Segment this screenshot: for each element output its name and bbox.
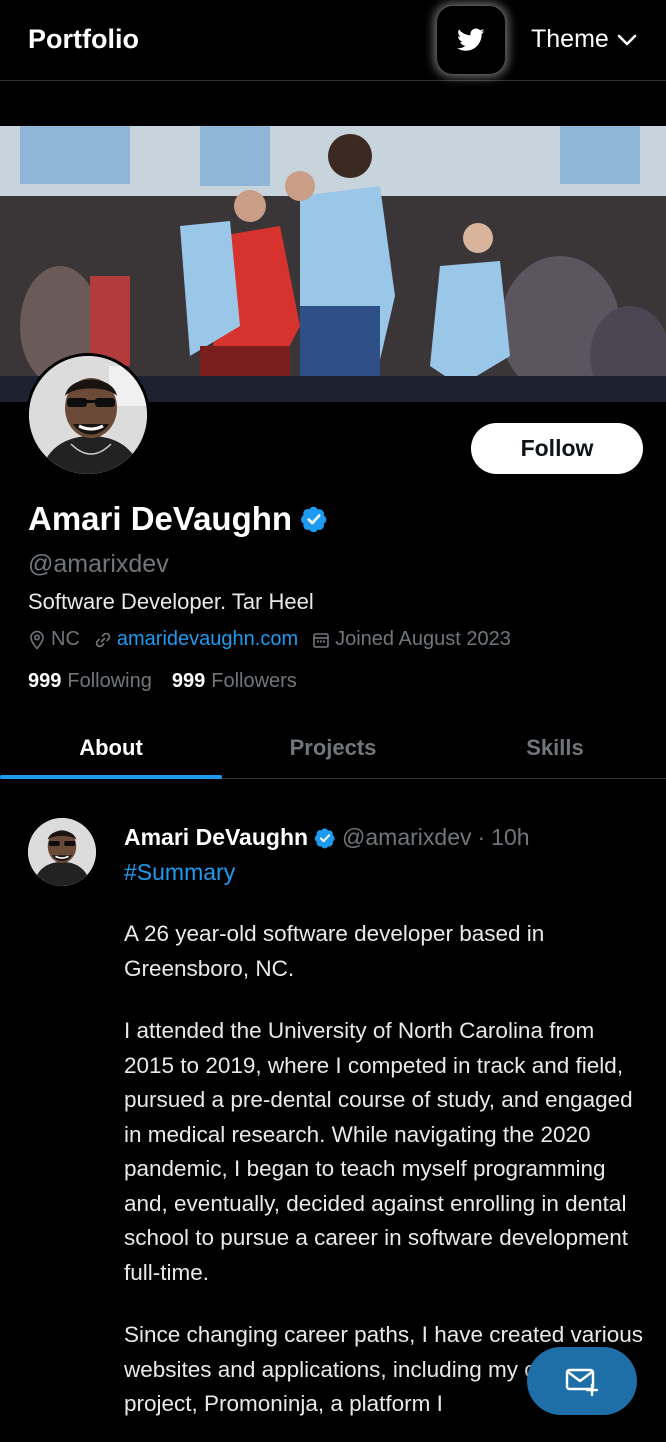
profile-tabs: About Projects Skills xyxy=(0,717,666,779)
link-icon xyxy=(95,632,111,647)
theme-dropdown[interactable]: Theme xyxy=(531,25,637,54)
following-link[interactable]: 999 Following xyxy=(28,670,152,693)
follow-button[interactable]: Follow xyxy=(471,423,643,474)
twitter-bird-icon xyxy=(457,28,485,51)
profile-bio: Software Developer. Tar Heel xyxy=(28,589,314,614)
location-item: NC xyxy=(28,628,80,651)
followers-label: Followers xyxy=(211,670,297,692)
post-paragraph: I attended the University of North Carol… xyxy=(124,1018,633,1285)
post-author-name[interactable]: Amari DeVaughn xyxy=(124,824,308,851)
profile-meta: NC amaridevaughn.com Joined August 2023 xyxy=(28,628,525,651)
joined-text: Joined August 2023 xyxy=(335,628,511,650)
verified-badge-icon xyxy=(301,506,327,533)
profile-avatar[interactable] xyxy=(26,353,150,477)
joined-item: Joined August 2023 xyxy=(312,628,511,651)
profile-name-row: Amari DeVaughn xyxy=(28,500,328,538)
chevron-down-icon xyxy=(617,34,637,45)
brand-title[interactable]: Portfolio xyxy=(28,24,139,55)
verified-badge-icon xyxy=(314,827,335,848)
following-count: 999 xyxy=(28,670,62,692)
post-avatar[interactable] xyxy=(28,818,96,886)
website-item[interactable]: amaridevaughn.com xyxy=(94,628,298,651)
theme-label: Theme xyxy=(531,25,609,53)
post-hashtag[interactable]: #Summary xyxy=(124,859,235,886)
post-time: 10h xyxy=(491,824,530,850)
calendar-icon xyxy=(313,632,329,648)
post-paragraph: A 26 year-old software developer based i… xyxy=(124,921,545,981)
twitter-button[interactable] xyxy=(437,6,505,74)
tab-about[interactable]: About xyxy=(0,717,222,779)
post-header: Amari DeVaughn @amarixdev · 10h xyxy=(124,824,530,851)
profile-name: Amari DeVaughn xyxy=(28,500,293,537)
tab-projects[interactable]: Projects xyxy=(222,717,444,778)
follow-counts: 999 Following 999 Followers xyxy=(28,670,297,693)
new-message-button[interactable] xyxy=(527,1347,637,1415)
top-bar: Portfolio Theme xyxy=(0,0,666,81)
profile-handle: @amarixdev xyxy=(28,550,169,578)
following-label: Following xyxy=(67,670,152,692)
website-link[interactable]: amaridevaughn.com xyxy=(117,628,298,651)
post-separator: · xyxy=(477,824,486,850)
post-author-handle: @amarixdev xyxy=(342,824,472,850)
location-pin-icon xyxy=(30,630,44,650)
tab-skills[interactable]: Skills xyxy=(444,717,666,778)
location-text: NC xyxy=(51,628,80,650)
followers-link[interactable]: 999 Followers xyxy=(172,670,297,693)
mail-plus-icon xyxy=(565,1368,599,1397)
followers-count: 999 xyxy=(171,670,206,692)
